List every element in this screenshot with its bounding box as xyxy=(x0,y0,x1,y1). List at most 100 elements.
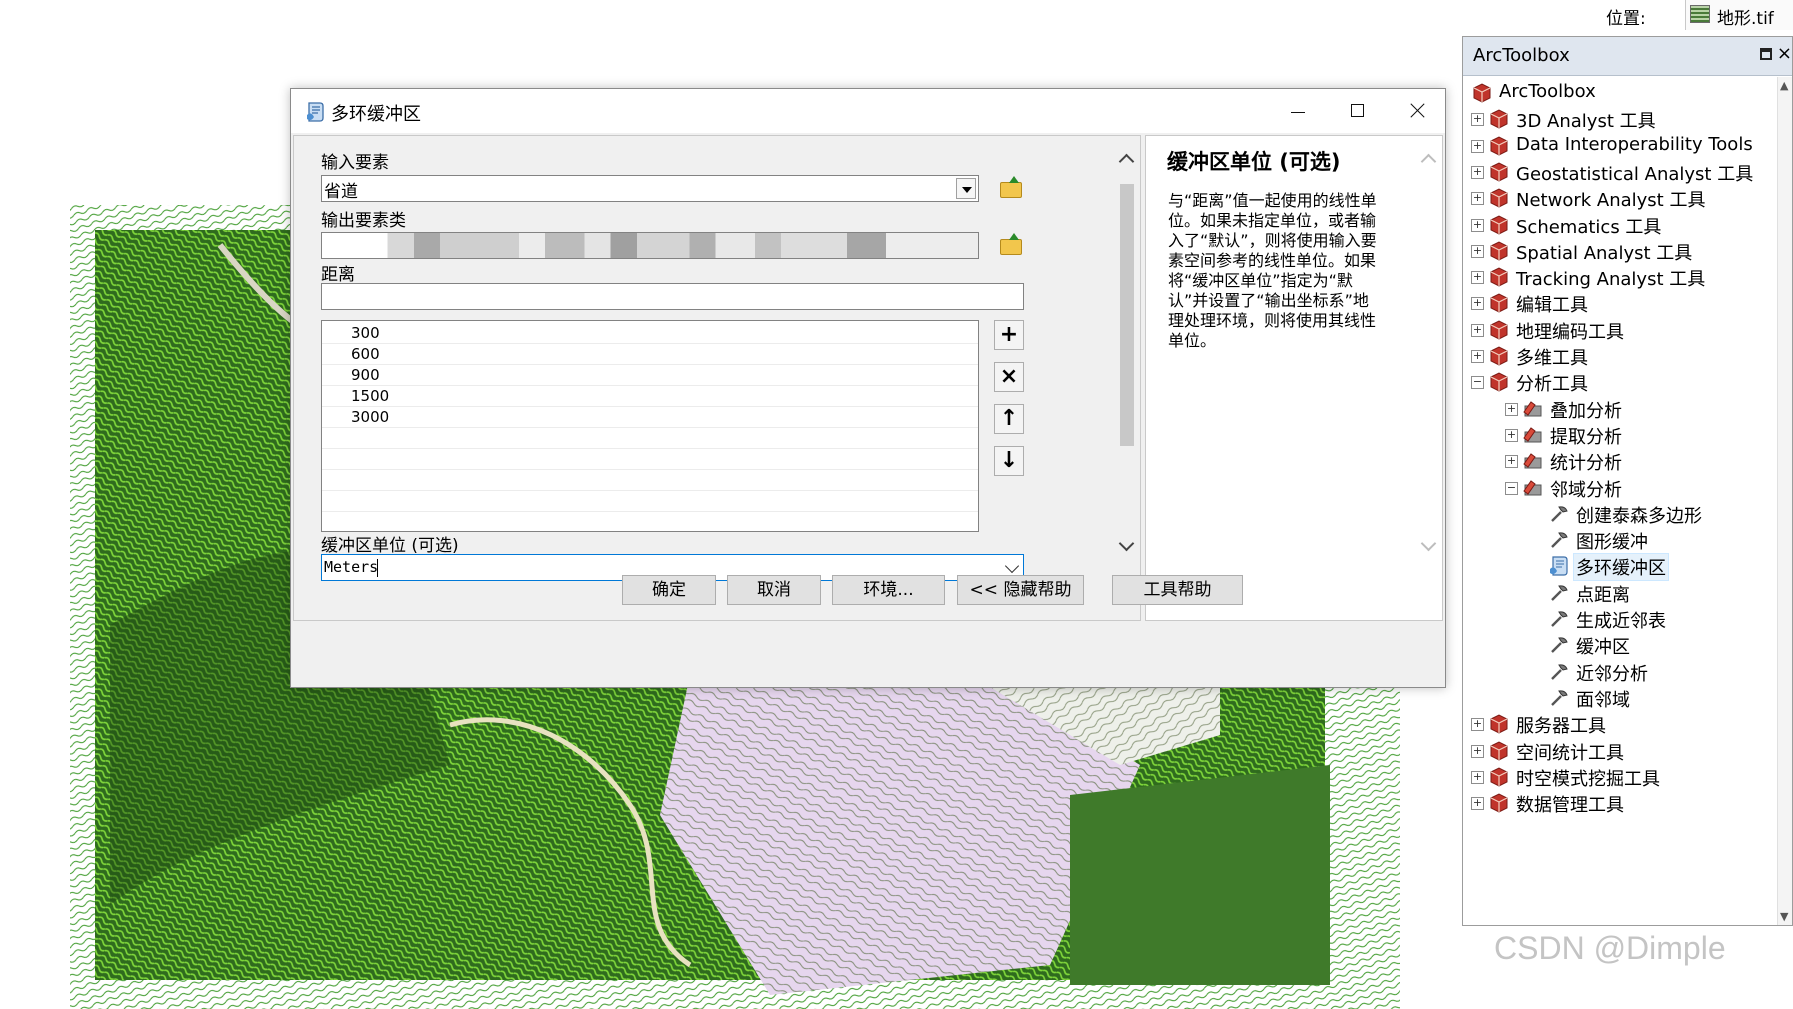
delete-value-button[interactable]: × xyxy=(994,362,1024,392)
expand-icon[interactable]: + xyxy=(1471,718,1484,732)
toolbox-item[interactable]: + Network Analyst 工具 xyxy=(1463,185,1778,213)
list-item[interactable]: 900 xyxy=(322,365,978,386)
scroll-down-icon[interactable]: ▼ xyxy=(1780,910,1788,923)
toolbox-item[interactable]: ArcToolbox xyxy=(1463,80,1778,108)
dropdown-arrow-icon[interactable] xyxy=(956,178,976,199)
raster-layer-icon xyxy=(1690,5,1710,23)
expand-icon[interactable]: + xyxy=(1505,428,1518,442)
browse-output-button[interactable] xyxy=(996,232,1026,262)
toolbox-item[interactable]: 图形缓冲 xyxy=(1463,527,1778,555)
tool-icon xyxy=(1548,687,1570,709)
move-up-button[interactable]: ↑ xyxy=(994,404,1024,434)
scroll-up-icon[interactable]: ▲ xyxy=(1780,79,1788,92)
list-item[interactable] xyxy=(322,512,978,531)
toolbox-item[interactable]: + Spatial Analyst 工具 xyxy=(1463,238,1778,266)
scroll-down-icon[interactable] xyxy=(1118,535,1135,552)
list-item[interactable]: 600 xyxy=(322,344,978,365)
expand-icon[interactable]: + xyxy=(1471,139,1484,153)
close-icon[interactable]: × xyxy=(1777,43,1792,64)
expand-icon[interactable]: + xyxy=(1505,402,1518,416)
output-feature-class-input-redacted[interactable] xyxy=(321,232,979,259)
toolbox-item-label: 缓冲区 xyxy=(1576,637,1630,659)
list-item[interactable] xyxy=(322,428,978,449)
browse-input-button[interactable] xyxy=(996,175,1026,205)
ok-button[interactable]: 确定 xyxy=(622,575,716,605)
toolbox-item[interactable]: + 叠加分析 xyxy=(1463,396,1778,424)
chevron-down-icon[interactable] xyxy=(1004,558,1020,574)
toolset-icon xyxy=(1522,398,1544,420)
toolbox-item[interactable]: 点距离 xyxy=(1463,580,1778,608)
input-features-combobox[interactable]: 省道 xyxy=(321,175,979,202)
move-down-button[interactable]: ↓ xyxy=(994,446,1024,476)
toolbox-item[interactable]: + Geostatistical Analyst 工具 xyxy=(1463,159,1778,187)
environments-button[interactable]: 环境... xyxy=(832,575,945,605)
tool-icon xyxy=(1548,582,1570,604)
list-item[interactable] xyxy=(322,491,978,512)
expand-icon[interactable]: + xyxy=(1471,350,1484,363)
toolbox-item[interactable]: 创建泰森多边形 xyxy=(1463,501,1778,529)
toolbox-item[interactable]: +3D Analyst 工具 xyxy=(1463,106,1778,134)
arctoolbox-titlebar[interactable]: ArcToolbox × xyxy=(1463,37,1792,76)
expand-icon[interactable]: + xyxy=(1471,797,1484,811)
list-item[interactable]: 300 xyxy=(322,323,978,344)
list-item[interactable]: 1500 xyxy=(322,386,978,407)
parameter-scrollbar[interactable] xyxy=(1117,136,1137,620)
expand-icon[interactable]: + xyxy=(1471,192,1484,206)
hide-help-button[interactable]: << 隐藏帮助 xyxy=(957,575,1084,605)
list-item[interactable]: 3000 xyxy=(322,407,978,428)
toolbox-item[interactable]: + 时空模式挖掘工具 xyxy=(1463,764,1778,792)
toolbox-item[interactable]: + Schematics 工具 xyxy=(1463,212,1778,240)
expand-icon[interactable]: + xyxy=(1471,297,1484,311)
location-bar: 位置: 地形.tif xyxy=(1590,0,1793,34)
toolbox-item[interactable]: 缓冲区 xyxy=(1463,632,1778,660)
toolbox-item[interactable]: 面邻域 xyxy=(1463,685,1778,713)
toolbox-scrollbar[interactable]: ▲ ▼ xyxy=(1777,77,1792,925)
toolbox-item[interactable]: − 邻域分析 xyxy=(1463,475,1778,503)
toolbox-item[interactable]: + 服务器工具 xyxy=(1463,711,1778,739)
toolbox-item[interactable]: + 数据管理工具 xyxy=(1463,790,1778,818)
toolbox-item[interactable]: 生成近邻表 xyxy=(1463,606,1778,634)
distance-input[interactable] xyxy=(321,283,1024,310)
toolbox-item[interactable]: − 分析工具 xyxy=(1463,369,1778,397)
expand-icon[interactable]: + xyxy=(1471,271,1484,285)
expand-icon[interactable]: + xyxy=(1471,218,1484,232)
collapse-icon[interactable]: − xyxy=(1471,376,1484,390)
dialog-title: 多环缓冲区 xyxy=(331,104,421,125)
help-scrollbar[interactable] xyxy=(1419,136,1439,620)
expand-icon[interactable]: + xyxy=(1471,165,1484,179)
toolbox-item[interactable]: 近邻分析 xyxy=(1463,659,1778,687)
list-item[interactable] xyxy=(322,449,978,470)
toolbox-item[interactable]: + 统计分析 xyxy=(1463,448,1778,476)
script-tool-icon xyxy=(307,102,324,122)
toolbox-item[interactable]: 多环缓冲区 xyxy=(1463,553,1778,582)
scroll-down-icon[interactable] xyxy=(1420,535,1437,552)
expand-icon[interactable]: + xyxy=(1471,323,1484,337)
dialog-titlebar[interactable]: 多环缓冲区 xyxy=(291,89,1445,133)
float-window-icon[interactable] xyxy=(1760,48,1772,60)
toolbox-item[interactable]: + 提取分析 xyxy=(1463,422,1778,450)
expand-icon[interactable]: + xyxy=(1471,744,1484,758)
list-item[interactable] xyxy=(322,470,978,491)
toolbox-item[interactable]: + Tracking Analyst 工具 xyxy=(1463,264,1778,292)
minimize-button[interactable] xyxy=(1267,89,1327,133)
maximize-button[interactable] xyxy=(1327,89,1387,133)
toolbox-item[interactable]: + 编辑工具 xyxy=(1463,290,1778,318)
expand-icon[interactable]: + xyxy=(1471,770,1484,784)
tool-help-button[interactable]: 工具帮助 xyxy=(1112,575,1243,605)
toolbox-item[interactable]: + 地理编码工具 xyxy=(1463,317,1778,345)
toolbox-item[interactable]: + 多维工具 xyxy=(1463,343,1778,371)
toolbox-item[interactable]: + 空间统计工具 xyxy=(1463,738,1778,766)
scroll-up-icon[interactable] xyxy=(1118,153,1135,170)
expand-icon[interactable]: + xyxy=(1471,113,1484,127)
collapse-icon[interactable]: − xyxy=(1505,481,1518,495)
add-value-button[interactable]: + xyxy=(994,320,1024,350)
distance-value-list[interactable]: 300 600 900 1500 3000 xyxy=(321,320,979,532)
expand-icon[interactable]: + xyxy=(1505,455,1518,469)
close-button[interactable] xyxy=(1387,89,1447,133)
location-value[interactable]: 地形.tif xyxy=(1717,4,1774,29)
toolbox-item[interactable]: + Data Interoperability Tools xyxy=(1463,133,1778,161)
cancel-button[interactable]: 取消 xyxy=(727,575,821,605)
scrollbar-thumb[interactable] xyxy=(1120,184,1134,446)
scroll-up-icon[interactable] xyxy=(1420,153,1437,170)
expand-icon[interactable]: + xyxy=(1471,244,1484,258)
